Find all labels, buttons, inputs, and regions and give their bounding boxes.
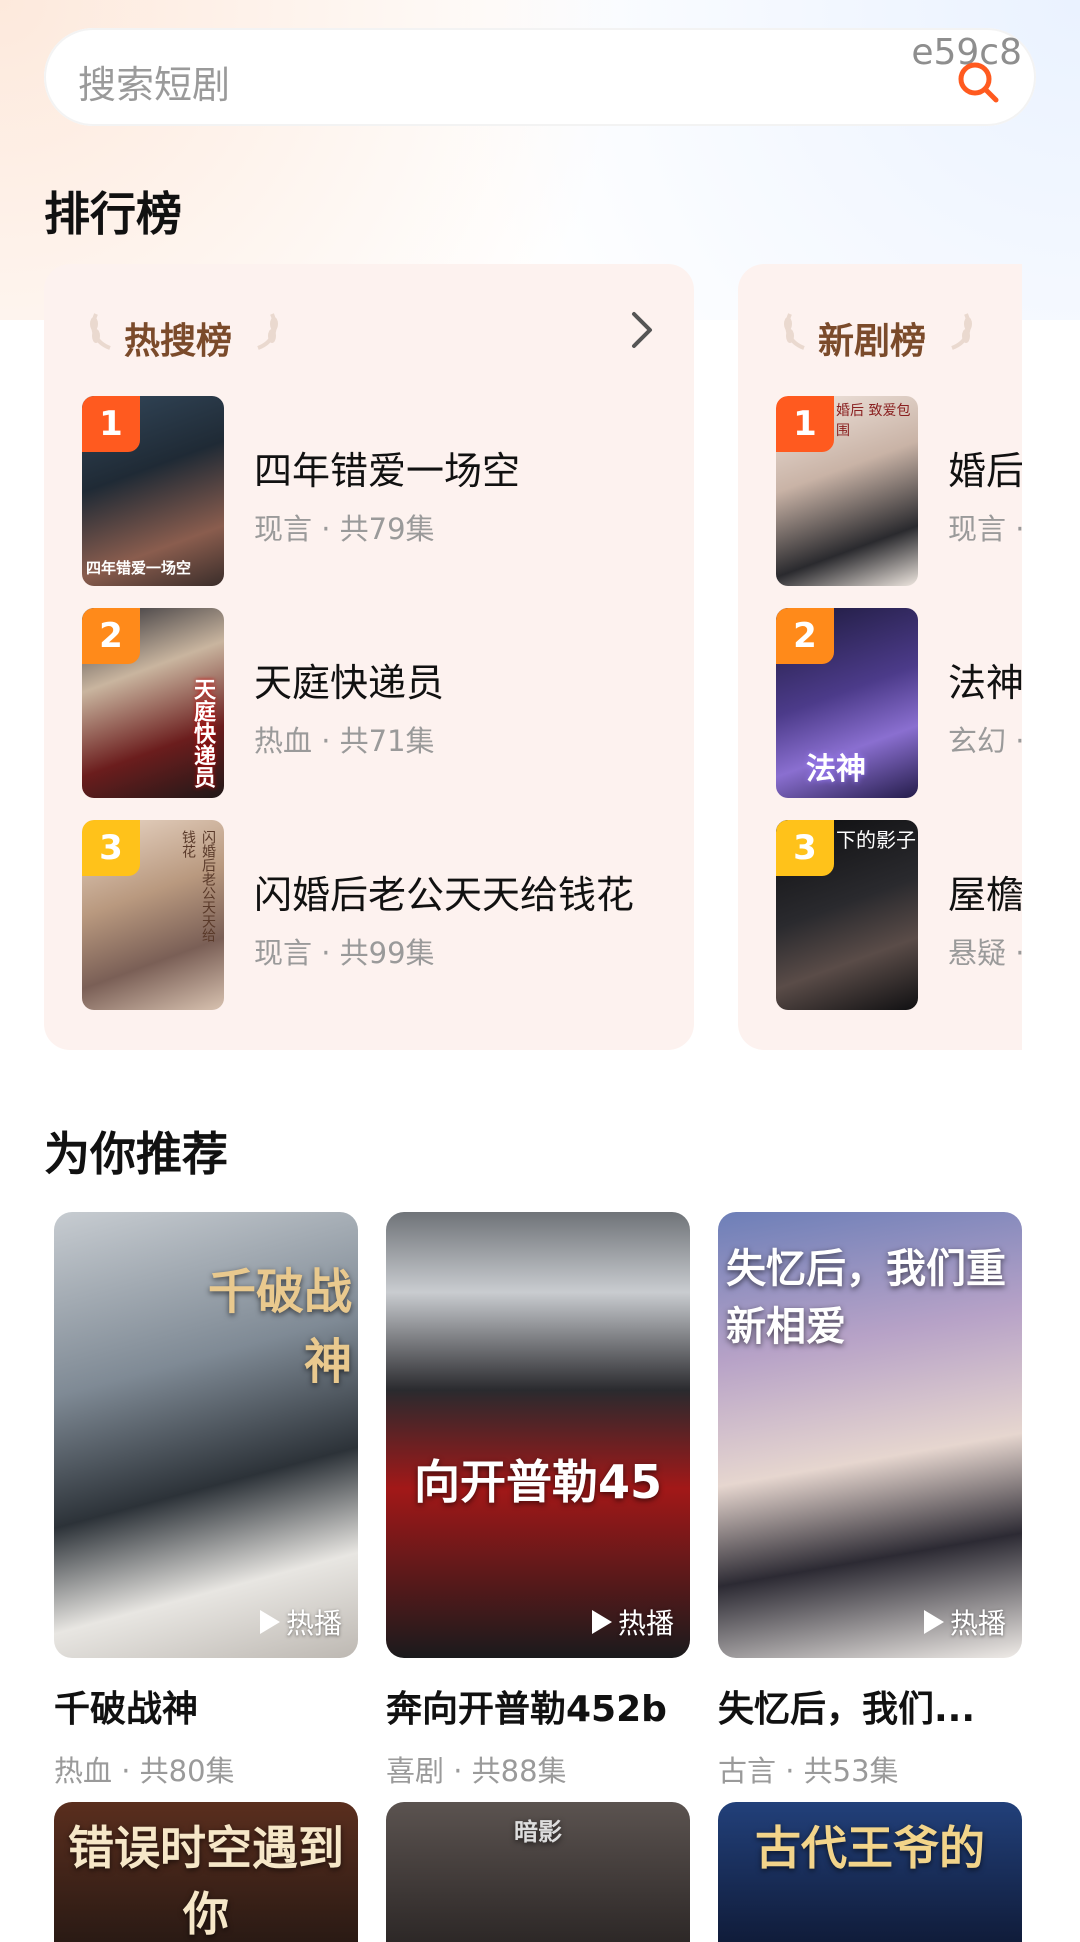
- ranking-item[interactable]: 1 四年错爱一场空 四年错爱一场空 现言 · 共79集: [82, 396, 642, 586]
- search-placeholder: 搜索短剧: [78, 63, 231, 107]
- drama-title: 千破战神: [54, 1689, 199, 1730]
- recommend-card[interactable]: 向开普勒45 热播 奔向开普勒452b 喜剧 · 共88集: [386, 1212, 690, 1790]
- drama-title: 婚后: [948, 449, 1022, 493]
- hot-label: 热播: [923, 1602, 1006, 1642]
- ranking-card-title: 热搜榜: [124, 321, 233, 362]
- rank-badge: 2: [776, 608, 834, 664]
- drama-poster: 2 法神: [776, 608, 918, 798]
- ranking-card-title: 新剧榜: [818, 321, 927, 362]
- hot-text: 热播: [949, 1607, 1006, 1640]
- drama-title: 四年错爱一场空: [254, 449, 521, 493]
- poster-caption: 法神: [806, 752, 866, 787]
- drama-meta: 现言 ·: [948, 512, 1022, 546]
- drama-meta: 热血 · 共71集: [254, 724, 435, 758]
- laurel-right-icon: [257, 313, 278, 350]
- rank-badge: 3: [82, 820, 140, 876]
- drama-poster: 1 四年错爱一场空: [82, 396, 224, 586]
- drama-meta: 现言 · 共79集: [254, 512, 435, 546]
- drama-poster: 3 下的影子: [776, 820, 918, 1010]
- poster-caption: 四年错爱一场空: [86, 559, 192, 577]
- recommend-card[interactable]: 千破战神 热播 千破战神 热血 · 共80集: [54, 1212, 358, 1790]
- poster-text: 暗影: [514, 1818, 562, 1846]
- drama-meta: 古言 · 共53集: [718, 1754, 899, 1788]
- ranking-item[interactable]: 1 婚后 致爱包围 婚后 现言 ·: [776, 396, 1022, 586]
- hot-label: 热播: [591, 1602, 674, 1642]
- poster-text: 千破战神: [207, 1264, 352, 1390]
- drama-poster[interactable]: 错误时空遇到你: [54, 1802, 358, 1942]
- ranking-item[interactable]: 2 法神 法神 玄幻 ·: [776, 608, 1022, 798]
- drama-poster[interactable]: 古代王爷的: [718, 1802, 1022, 1942]
- poster-caption: 婚后 致爱包围: [836, 403, 911, 439]
- drama-meta: 热血 · 共80集: [54, 1754, 235, 1788]
- drama-title: 天庭快递员: [254, 661, 445, 705]
- search-bar[interactable]: 搜索短剧 e59c8: [44, 28, 1036, 126]
- ranking-carousel[interactable]: 热搜榜 1 四年错爱一场空 四年错爱一场空 现言 · 共79集 2 天庭快递员 …: [0, 260, 1022, 1060]
- laurel-right-icon: [951, 313, 972, 350]
- search-icon[interactable]: [954, 58, 1002, 106]
- drama-poster[interactable]: 暗影: [386, 1802, 690, 1942]
- poster-text: 失忆后，我们重新相爱: [726, 1246, 1006, 1350]
- drama-poster: 失忆后，我们重新相爱 热播: [718, 1212, 1022, 1658]
- poster-caption: 闪婚后老公天天给钱花: [180, 830, 216, 942]
- chevron-right-icon[interactable]: [626, 308, 658, 352]
- ranking-card-hot[interactable]: 热搜榜 1 四年错爱一场空 四年错爱一场空 现言 · 共79集 2 天庭快递员 …: [44, 264, 694, 1050]
- poster-text: 古代王爷的: [755, 1821, 985, 1875]
- laurel-left-icon: [784, 313, 805, 350]
- ranking-section-title: 排行榜: [44, 187, 182, 241]
- rank-badge: 1: [82, 396, 140, 452]
- rank-badge: 1: [776, 396, 834, 452]
- ranking-item[interactable]: 3 闪婚后老公天天给钱花 闪婚后老公天天给钱花 现言 · 共99集: [82, 820, 642, 1010]
- recommend-card[interactable]: 失忆后，我们重新相爱 热播 失忆后，我们... 古言 · 共53集: [718, 1212, 1022, 1790]
- drama-poster: 千破战神 热播: [54, 1212, 358, 1658]
- hot-text: 热播: [617, 1607, 674, 1640]
- poster-text: 错误时空遇到你: [68, 1821, 344, 1941]
- drama-poster: 向开普勒45 热播: [386, 1212, 690, 1658]
- hot-text: 热播: [285, 1607, 342, 1640]
- poster-text: 向开普勒45: [413, 1455, 662, 1509]
- ranking-card-new[interactable]: 新剧榜 1 婚后 致爱包围 婚后 现言 · 2 法神 法神 玄幻 · 3 下的影…: [738, 264, 1022, 1050]
- drama-title: 闪婚后老公天天给钱花: [254, 873, 635, 917]
- drama-poster: 3 闪婚后老公天天给钱花: [82, 820, 224, 1010]
- hot-label: 热播: [259, 1602, 342, 1642]
- drama-title: 奔向开普勒452b: [386, 1689, 667, 1730]
- laurel-left-icon: [90, 313, 111, 350]
- drama-title: 失忆后，我们...: [718, 1689, 976, 1730]
- ranking-item[interactable]: 2 天庭快递员 天庭快递员 热血 · 共71集: [82, 608, 642, 798]
- drama-poster: 2 天庭快递员: [82, 608, 224, 798]
- play-icon: [923, 1610, 944, 1634]
- drama-meta: 喜剧 · 共88集: [386, 1754, 567, 1788]
- recommend-section-title: 为你推荐: [44, 1127, 228, 1181]
- rank-badge: 3: [776, 820, 834, 876]
- poster-caption: 天庭快递员: [190, 678, 215, 788]
- rank-badge: 2: [82, 608, 140, 664]
- ranking-item[interactable]: 3 下的影子 屋檐 悬疑 ·: [776, 820, 1022, 1010]
- drama-meta: 现言 · 共99集: [254, 936, 435, 970]
- drama-meta: 悬疑 ·: [948, 936, 1022, 970]
- play-icon: [259, 1610, 280, 1634]
- play-icon: [591, 1610, 612, 1634]
- drama-title: 屋檐: [948, 873, 1022, 917]
- drama-poster: 1 婚后 致爱包围: [776, 396, 918, 586]
- drama-meta: 玄幻 ·: [948, 724, 1022, 758]
- drama-title: 法神: [948, 661, 1022, 705]
- poster-caption: 下的影子: [836, 828, 916, 852]
